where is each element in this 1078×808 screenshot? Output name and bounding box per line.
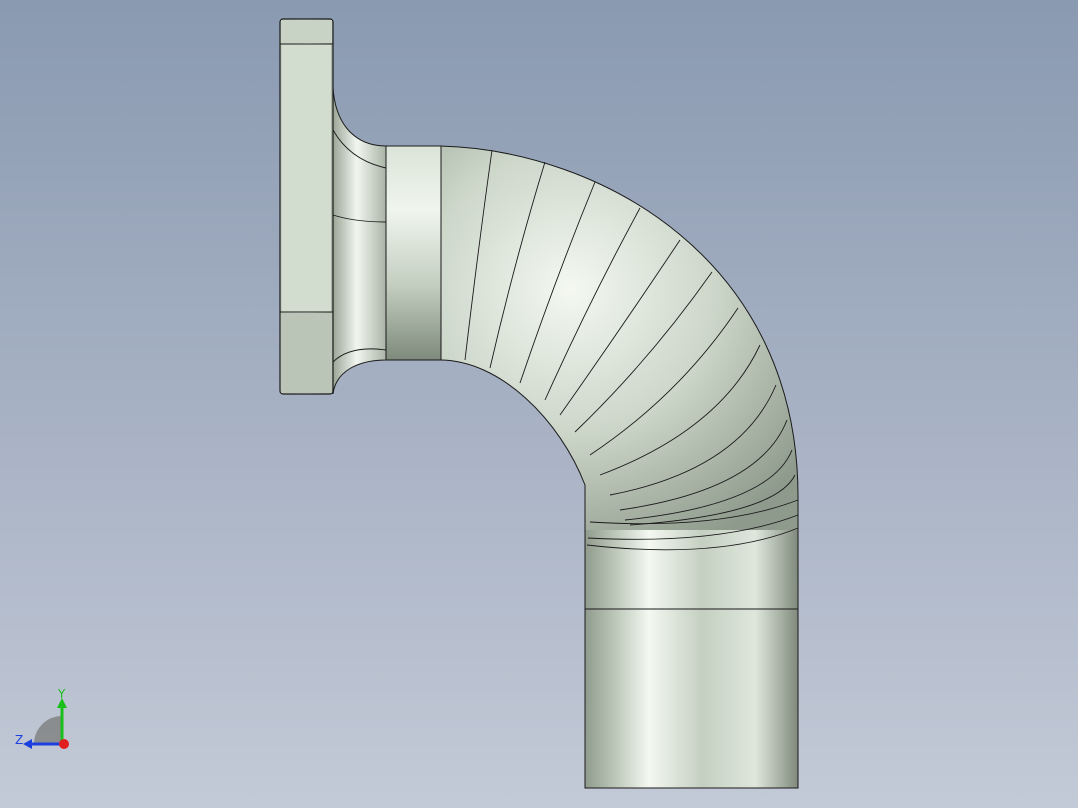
x-axis-dot-icon: [59, 739, 69, 749]
vertical-pipe-segment-upper: [585, 530, 798, 609]
z-axis-arrow-icon: [23, 739, 32, 749]
pipe-elbow-model[interactable]: [0, 0, 1078, 808]
flange-upper-lip: [281, 20, 332, 43]
elbow-bend-surface: [384, 145, 799, 556]
graphics-viewport[interactable]: Y Z: [0, 0, 1078, 808]
flange-neck-fillet: [332, 87, 387, 395]
vertical-pipe-segment-lower: [584, 608, 799, 789]
triad-quadrant-shading: [34, 716, 62, 744]
view-orientation-triad[interactable]: Y Z: [12, 686, 82, 756]
flange-lower-lip: [281, 313, 332, 393]
flange-face: [282, 44, 331, 312]
y-axis-label: Y: [57, 687, 66, 701]
horizontal-pipe-segment: [384, 145, 442, 361]
z-axis-label: Z: [15, 733, 23, 747]
